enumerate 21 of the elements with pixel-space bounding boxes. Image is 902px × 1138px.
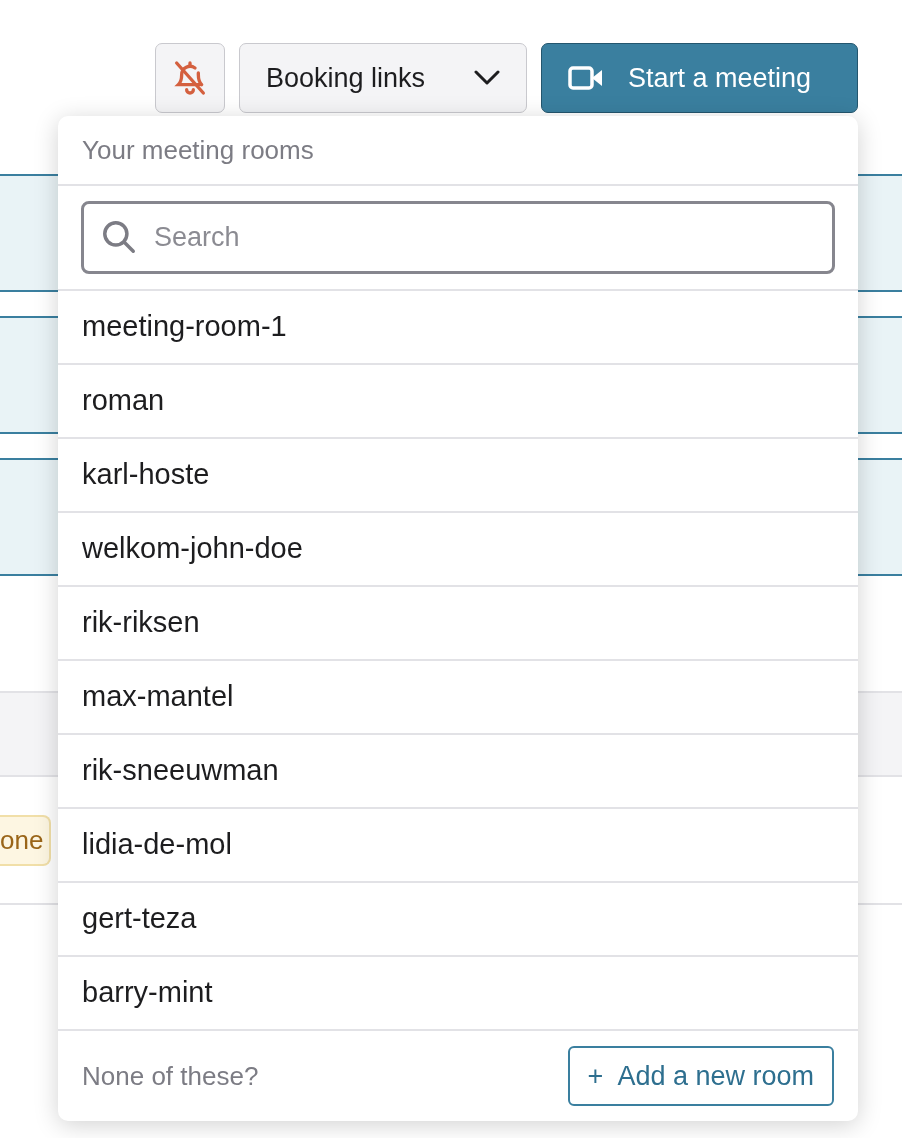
start-meeting-button[interactable]: Start a meeting [541, 43, 858, 113]
search-field[interactable]: Search [81, 201, 835, 274]
room-item[interactable]: karl-hoste [58, 439, 858, 513]
status-badge: one [0, 815, 52, 866]
video-camera-icon [568, 66, 604, 90]
booking-links-dropdown[interactable]: Booking links [239, 43, 527, 113]
room-item[interactable]: roman [58, 365, 858, 439]
room-item[interactable]: barry-mint [58, 957, 858, 1031]
add-room-button[interactable]: + Add a new room [567, 1046, 834, 1106]
search-icon [100, 218, 138, 256]
chevron-down-icon [474, 70, 500, 86]
notifications-button[interactable] [155, 43, 225, 113]
footer-text: None of these? [82, 1059, 259, 1093]
room-item[interactable]: max-mantel [58, 661, 858, 735]
dropdown-heading: Your meeting rooms [58, 116, 858, 186]
room-item[interactable]: rik-riksen [58, 587, 858, 661]
room-item[interactable]: rik-sneeuwman [58, 735, 858, 809]
room-item[interactable]: welkom-john-doe [58, 513, 858, 587]
room-item[interactable]: meeting-room-1 [58, 291, 858, 365]
room-item[interactable]: gert-teza [58, 883, 858, 957]
room-item[interactable]: lidia-de-mol [58, 809, 858, 883]
